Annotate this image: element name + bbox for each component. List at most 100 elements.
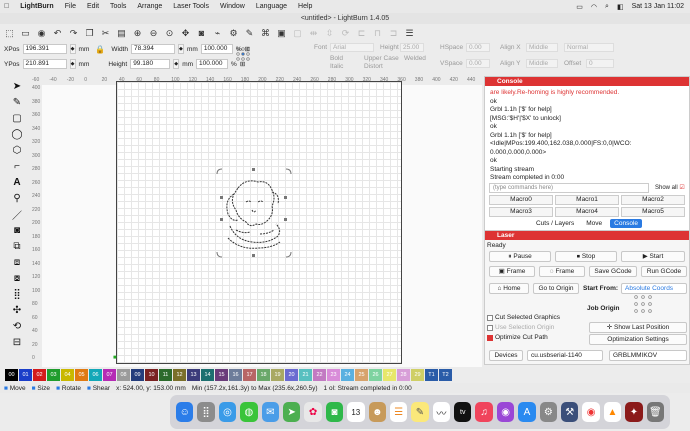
trash-icon[interactable]: 🗑: [646, 402, 664, 422]
camera-icon[interactable]: ◙: [195, 27, 208, 40]
height-stepper[interactable]: ◆: [173, 59, 180, 69]
text-icon[interactable]: A: [11, 176, 24, 188]
cut-icon[interactable]: ✂: [99, 27, 112, 40]
color-swatch-01[interactable]: 01: [19, 368, 32, 381]
macro5-button[interactable]: Macro5: [621, 207, 685, 217]
run-gcode-button[interactable]: Run GCode: [641, 266, 687, 277]
clock[interactable]: Sat 13 Jan 11:02: [632, 3, 684, 10]
xpos-input[interactable]: 196.391: [22, 44, 67, 54]
align-x-select[interactable]: Middle: [526, 43, 558, 52]
macro4-button[interactable]: Macro4: [555, 207, 619, 217]
console-command-input[interactable]: (type commands here): [489, 183, 649, 193]
reminders-icon[interactable]: ☰: [389, 402, 408, 422]
safari-icon[interactable]: ◎: [218, 402, 237, 422]
settings-gear-icon[interactable]: ⚙: [227, 27, 240, 40]
rotate-icon[interactable]: ⟳: [339, 27, 352, 40]
color-swatch-17[interactable]: 17: [243, 368, 256, 381]
music-icon[interactable]: ♫: [475, 402, 493, 422]
hspace-input[interactable]: 0.00: [466, 43, 490, 52]
zoom-out-icon[interactable]: ⊖: [147, 27, 160, 40]
menu-tools[interactable]: Tools: [110, 3, 126, 10]
color-swatch-19[interactable]: 19: [271, 368, 284, 381]
photos-icon[interactable]: ✿: [304, 402, 322, 422]
app-store-icon[interactable]: A: [518, 402, 536, 422]
bold-checkbox[interactable]: Bold: [330, 55, 343, 62]
position-laser-icon[interactable]: ⚲: [11, 192, 24, 204]
stop-button[interactable]: ⏹ Stop: [555, 251, 617, 262]
freeform-icon[interactable]: 〰: [432, 402, 451, 422]
color-swatch-t2[interactable]: T2: [439, 368, 452, 381]
lightburn-icon[interactable]: ✦: [625, 402, 643, 422]
undo-icon[interactable]: ↶: [51, 27, 64, 40]
open-folder-icon[interactable]: ▭: [19, 27, 32, 40]
macro1-button[interactable]: Macro1: [555, 195, 619, 205]
home-button[interactable]: ⌂ Home: [489, 283, 529, 294]
color-swatch-09[interactable]: 09: [131, 368, 144, 381]
italic-checkbox[interactable]: Italic: [330, 63, 343, 70]
width-stepper[interactable]: ◆: [177, 44, 184, 54]
tab-move[interactable]: Move: [582, 219, 606, 228]
color-swatch-10[interactable]: 10: [145, 368, 158, 381]
menu-help[interactable]: Help: [298, 3, 312, 10]
color-swatch-24[interactable]: 24: [341, 368, 354, 381]
align-right-icon[interactable]: ⊐: [387, 27, 400, 40]
color-swatch-18[interactable]: 18: [257, 368, 270, 381]
text-height-input[interactable]: 25.00: [400, 43, 424, 52]
color-swatch-12[interactable]: 12: [173, 368, 186, 381]
menu-edit[interactable]: Edit: [87, 3, 99, 10]
vspace-input[interactable]: 0.00: [466, 59, 490, 68]
cut-selected-checkbox[interactable]: Cut Selected Graphics: [487, 314, 560, 321]
upper-case-checkbox[interactable]: Upper Case: [364, 55, 399, 62]
maps-icon[interactable]: ➤: [282, 402, 301, 422]
circular-array-icon[interactable]: ✣: [11, 304, 24, 316]
width-percent-input[interactable]: 100.000: [200, 44, 233, 54]
color-swatch-04[interactable]: 04: [61, 368, 74, 381]
select-arrow-icon[interactable]: ➤: [11, 80, 24, 92]
font-style-select[interactable]: Normal: [564, 43, 614, 52]
color-swatch-05[interactable]: 05: [75, 368, 88, 381]
devices-button[interactable]: Devices: [489, 350, 523, 361]
show-all-checkbox[interactable]: Show all ☑: [655, 184, 685, 191]
port-select[interactable]: cu.usbserial-1140: [527, 350, 603, 361]
boolean-union-icon[interactable]: ⧉: [11, 240, 24, 252]
vlc-icon[interactable]: ▲: [603, 402, 622, 422]
control-center-icon[interactable]: ◧: [617, 3, 624, 11]
system-settings-icon[interactable]: ⚙: [539, 402, 558, 422]
copy-icon[interactable]: ❐: [83, 27, 96, 40]
edit-nodes-icon[interactable]: ✎: [11, 96, 24, 108]
color-swatch-28[interactable]: 28: [397, 368, 410, 381]
dog-sketch-design[interactable]: [216, 168, 292, 258]
facetime-icon[interactable]: ◙: [325, 402, 344, 422]
menu-arrange[interactable]: Arrange: [137, 3, 162, 10]
zoom-in-icon[interactable]: ⊕: [131, 27, 144, 40]
job-origin-grid-icon[interactable]: [633, 294, 653, 314]
tab-cuts-layers[interactable]: Cuts / Layers: [532, 219, 578, 228]
color-swatch-08[interactable]: 08: [117, 368, 130, 381]
save-gcode-button[interactable]: Save GCode: [589, 266, 637, 277]
height-input[interactable]: 99.180: [130, 59, 171, 69]
start-from-select[interactable]: Absolute Coords: [621, 283, 687, 294]
rotary-icon[interactable]: ⟲: [11, 320, 24, 332]
contacts-icon[interactable]: ☻: [368, 402, 386, 422]
color-swatch-13[interactable]: 13: [187, 368, 200, 381]
pause-button[interactable]: ⏸ Pause: [489, 251, 551, 262]
anchor-grid-icon[interactable]: [236, 47, 250, 63]
ypos-input[interactable]: 210.891: [22, 59, 67, 69]
menu-file[interactable]: File: [65, 3, 76, 10]
align-left-icon[interactable]: ⊏: [355, 27, 368, 40]
xpos-stepper[interactable]: ◆: [69, 44, 76, 54]
align-center-icon[interactable]: ⊓: [371, 27, 384, 40]
color-swatch-22[interactable]: 22: [313, 368, 326, 381]
pan-icon[interactable]: ✥: [179, 27, 192, 40]
align-y-select[interactable]: Middle: [526, 59, 558, 68]
color-swatch-03[interactable]: 03: [47, 368, 60, 381]
grid-array-icon[interactable]: ⣿: [11, 288, 24, 300]
size-mode[interactable]: ■ Size: [32, 385, 50, 392]
color-swatch-29[interactable]: 29: [411, 368, 424, 381]
color-swatch-06[interactable]: 06: [89, 368, 102, 381]
lock-icon[interactable]: 🔒: [95, 45, 105, 54]
color-swatch-14[interactable]: 14: [201, 368, 214, 381]
optimize-cut-path-checkbox[interactable]: Optimize Cut Path: [487, 334, 548, 341]
distribute-icon[interactable]: ☰: [403, 27, 416, 40]
rectangle-icon[interactable]: ▢: [11, 112, 24, 124]
